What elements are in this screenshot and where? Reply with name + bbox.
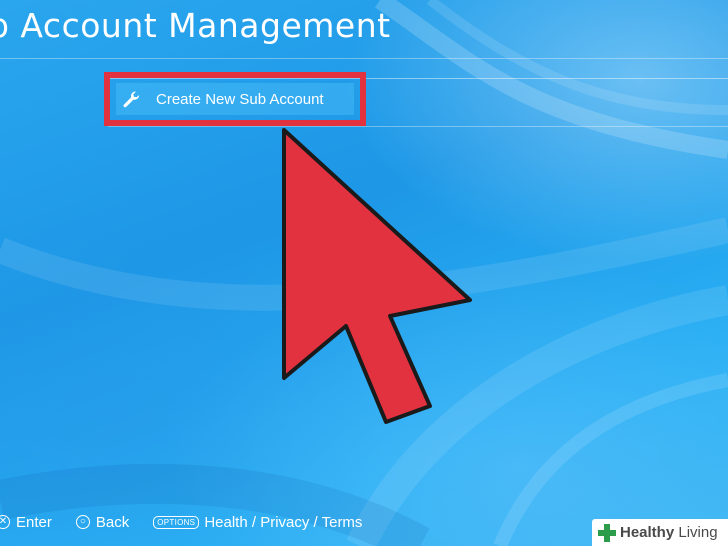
page-title: b Account Management xyxy=(0,6,391,45)
menu-item-focus: Create New Sub Account xyxy=(116,83,354,115)
watermark-text: Healthy Living xyxy=(620,524,718,541)
menu-item-label: Create New Sub Account xyxy=(156,90,324,108)
enter-hint-label: Enter xyxy=(16,513,52,531)
create-new-sub-account-button[interactable]: Create New Sub Account xyxy=(104,72,366,126)
options-hint: OPTIONS Health / Privacy / Terms xyxy=(153,514,362,531)
options-hint-label: Health / Privacy / Terms xyxy=(204,513,363,531)
header-divider xyxy=(0,58,728,59)
watermark-brand: Healthy xyxy=(620,524,675,541)
wrench-icon xyxy=(120,88,142,110)
circle-button-icon: ○ xyxy=(75,515,90,529)
healthy-living-watermark: Healthy Living xyxy=(592,519,728,546)
annotation-arrow-icon xyxy=(282,128,472,424)
button-hint-bar: ✕ Enter ○ Back OPTIONS Health / Privacy … xyxy=(0,508,600,536)
back-hint-label: Back xyxy=(95,513,130,531)
cross-button-icon: ✕ xyxy=(0,515,10,529)
enter-hint: ✕ Enter xyxy=(0,514,52,531)
back-hint: ○ Back xyxy=(75,513,130,531)
options-button-icon: OPTIONS xyxy=(153,515,200,529)
medical-cross-icon xyxy=(598,523,616,542)
watermark-brand-2: Living xyxy=(674,524,718,541)
